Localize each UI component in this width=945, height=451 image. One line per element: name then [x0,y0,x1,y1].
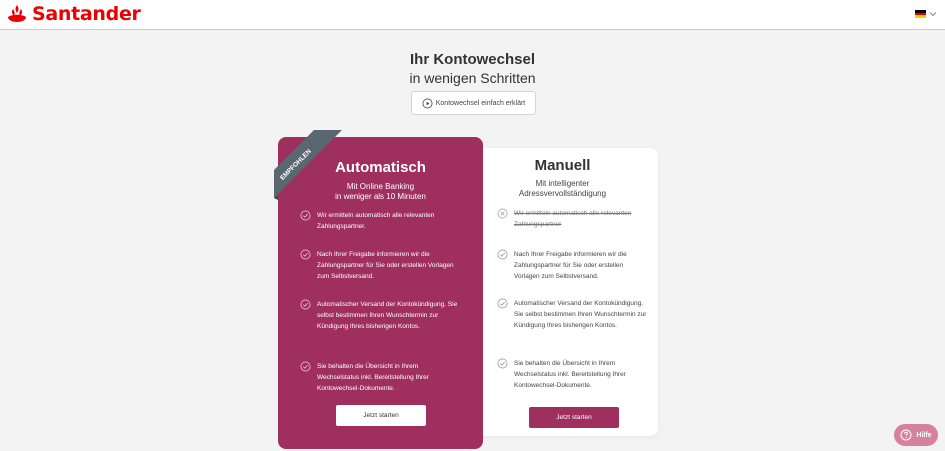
play-circle-icon [422,98,433,108]
manual-card-subtitle-2: Adressvervollständigung [518,189,607,198]
german-flag-icon [915,10,926,19]
automatic-feature-text: Nach Ihrer Freigabe informieren wir die … [317,251,454,280]
page-heading: Ihr Kontowechsel in wenigen Schritten [0,50,945,87]
check-circle-icon [497,249,508,260]
manual-feature-1: Wir ermitteln automatisch alle relevante… [497,208,647,230]
chevron-down-icon [929,12,937,17]
manual-feature-3: Automatischer Versand der Kontokündigung… [497,298,649,331]
check-circle-icon [300,249,311,260]
manual-card-title: Manuell [534,157,591,174]
help-label: Hilfe [916,431,932,439]
top-bar: Santander [0,0,945,30]
brand-name: Santander [32,3,141,25]
santander-logo[interactable]: Santander [6,3,141,25]
x-circle-icon [497,208,508,219]
page-subtitle: in wenigen Schritten [409,70,536,86]
check-circle-icon [497,358,508,369]
language-selector[interactable] [915,10,937,19]
manual-card: Manuell Mit intelligenter Adressvervolls… [467,148,658,436]
check-circle-icon [300,361,311,372]
explain-button[interactable]: Kontowechsel einfach erklärt [411,91,536,115]
automatic-feature-3: Automatischer Versand der Kontokündigung… [300,299,462,332]
automatic-start-button[interactable]: Jetzt starten [336,405,426,426]
question-circle-icon [900,429,912,441]
check-circle-icon [497,298,508,309]
help-button[interactable]: Hilfe [894,424,938,446]
automatic-feature-text: Sie behalten die Übersicht in Ihrem Wech… [317,363,429,392]
check-circle-icon [300,299,311,310]
recommended-ribbon: EMPFOHLEN [274,130,342,200]
automatic-feature-2: Nach Ihrer Freigabe informieren wir die … [300,249,462,282]
explain-button-label: Kontowechsel einfach erklärt [435,99,526,107]
manual-card-subtitle-1: Mit intelligenter [535,179,590,188]
manual-feature-text: Nach Ihrer Freigabe informieren wir die … [514,251,627,280]
automatic-feature-text: Wir ermitteln automatisch alle relevante… [317,212,435,230]
automatic-feature-4: Sie behalten die Übersicht in Ihrem Wech… [300,361,462,394]
manual-feature-4: Sie behalten die Übersicht in Ihrem Wech… [497,358,649,391]
santander-flame-icon [8,5,26,22]
page-title: Ihr Kontowechsel [409,51,536,68]
automatic-feature-text: Automatischer Versand der Kontokündigung… [317,301,458,330]
manual-start-button[interactable]: Jetzt starten [529,407,619,428]
automatic-feature-1: Wir ermitteln automatisch alle relevante… [300,210,470,232]
manual-feature-text: Sie behalten die Übersicht in Ihrem Wech… [514,360,626,389]
manual-feature-text: Wir ermitteln automatisch alle relevante… [514,210,632,228]
manual-feature-2: Nach Ihrer Freigabe informieren wir die … [497,249,649,282]
manual-feature-text: Automatischer Versand der Kontokündigung… [514,300,647,329]
check-circle-icon [300,210,311,221]
